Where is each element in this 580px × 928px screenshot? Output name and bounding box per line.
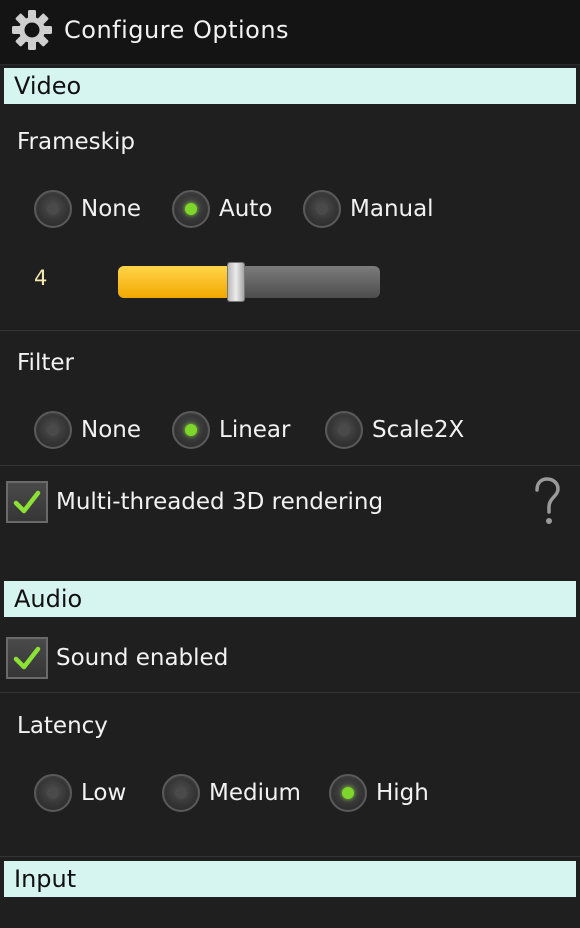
multithreaded-rendering-checkbox[interactable]: Multi-threaded 3D rendering	[6, 479, 383, 525]
radio-button-icon	[303, 190, 341, 228]
slider-fill	[118, 266, 236, 298]
section-header-video: Video	[4, 68, 576, 104]
checkbox-label: Sound enabled	[56, 645, 229, 671]
gear-icon	[12, 10, 52, 50]
filter-option-scale2x[interactable]: Scale2X	[325, 407, 464, 453]
radio-button-icon	[329, 774, 367, 812]
radio-button-icon	[34, 411, 72, 449]
checkbox-icon	[6, 637, 48, 679]
radio-button-icon	[162, 774, 200, 812]
checkmark-icon	[13, 490, 41, 514]
filter-label: Filter	[17, 350, 74, 376]
frameskip-slider[interactable]	[118, 262, 380, 302]
frameskip-label: Frameskip	[17, 129, 135, 155]
frameskip-value: 4	[34, 266, 48, 290]
radio-label: Manual	[350, 196, 434, 222]
latency-label: Latency	[17, 713, 108, 739]
divider	[0, 465, 580, 466]
radio-label: Scale2X	[372, 417, 465, 443]
title-bar: Configure Options	[0, 0, 580, 65]
section-header-audio: Audio	[4, 581, 576, 617]
slider-track	[118, 266, 380, 298]
checkmark-icon	[13, 646, 41, 670]
frameskip-option-auto[interactable]: Auto	[172, 186, 272, 232]
latency-option-high[interactable]: High	[329, 770, 429, 816]
radio-button-icon	[172, 411, 210, 449]
radio-button-icon	[325, 411, 363, 449]
radio-button-icon	[34, 190, 72, 228]
checkbox-icon	[6, 481, 48, 523]
page-title: Configure Options	[64, 16, 290, 44]
radio-button-icon	[34, 774, 72, 812]
checkbox-label: Multi-threaded 3D rendering	[56, 489, 384, 515]
radio-label: Medium	[209, 780, 301, 806]
divider	[0, 856, 580, 857]
latency-option-medium[interactable]: Medium	[162, 770, 301, 816]
slider-thumb[interactable]	[226, 262, 245, 302]
radio-label: High	[376, 780, 429, 806]
radio-label: Auto	[219, 196, 273, 222]
section-header-input: Input	[4, 861, 576, 897]
divider	[0, 330, 580, 331]
question-mark-icon[interactable]	[530, 476, 564, 528]
radio-label: Low	[81, 780, 127, 806]
frameskip-option-none[interactable]: None	[34, 186, 141, 232]
filter-option-linear[interactable]: Linear	[172, 407, 290, 453]
frameskip-option-manual[interactable]: Manual	[303, 186, 434, 232]
radio-label: None	[81, 196, 142, 222]
radio-button-icon	[172, 190, 210, 228]
latency-option-low[interactable]: Low	[34, 770, 126, 816]
filter-option-none[interactable]: None	[34, 407, 141, 453]
radio-label: None	[81, 417, 142, 443]
divider	[0, 692, 580, 693]
radio-label: Linear	[219, 417, 291, 443]
sound-enabled-checkbox[interactable]: Sound enabled	[6, 635, 228, 681]
